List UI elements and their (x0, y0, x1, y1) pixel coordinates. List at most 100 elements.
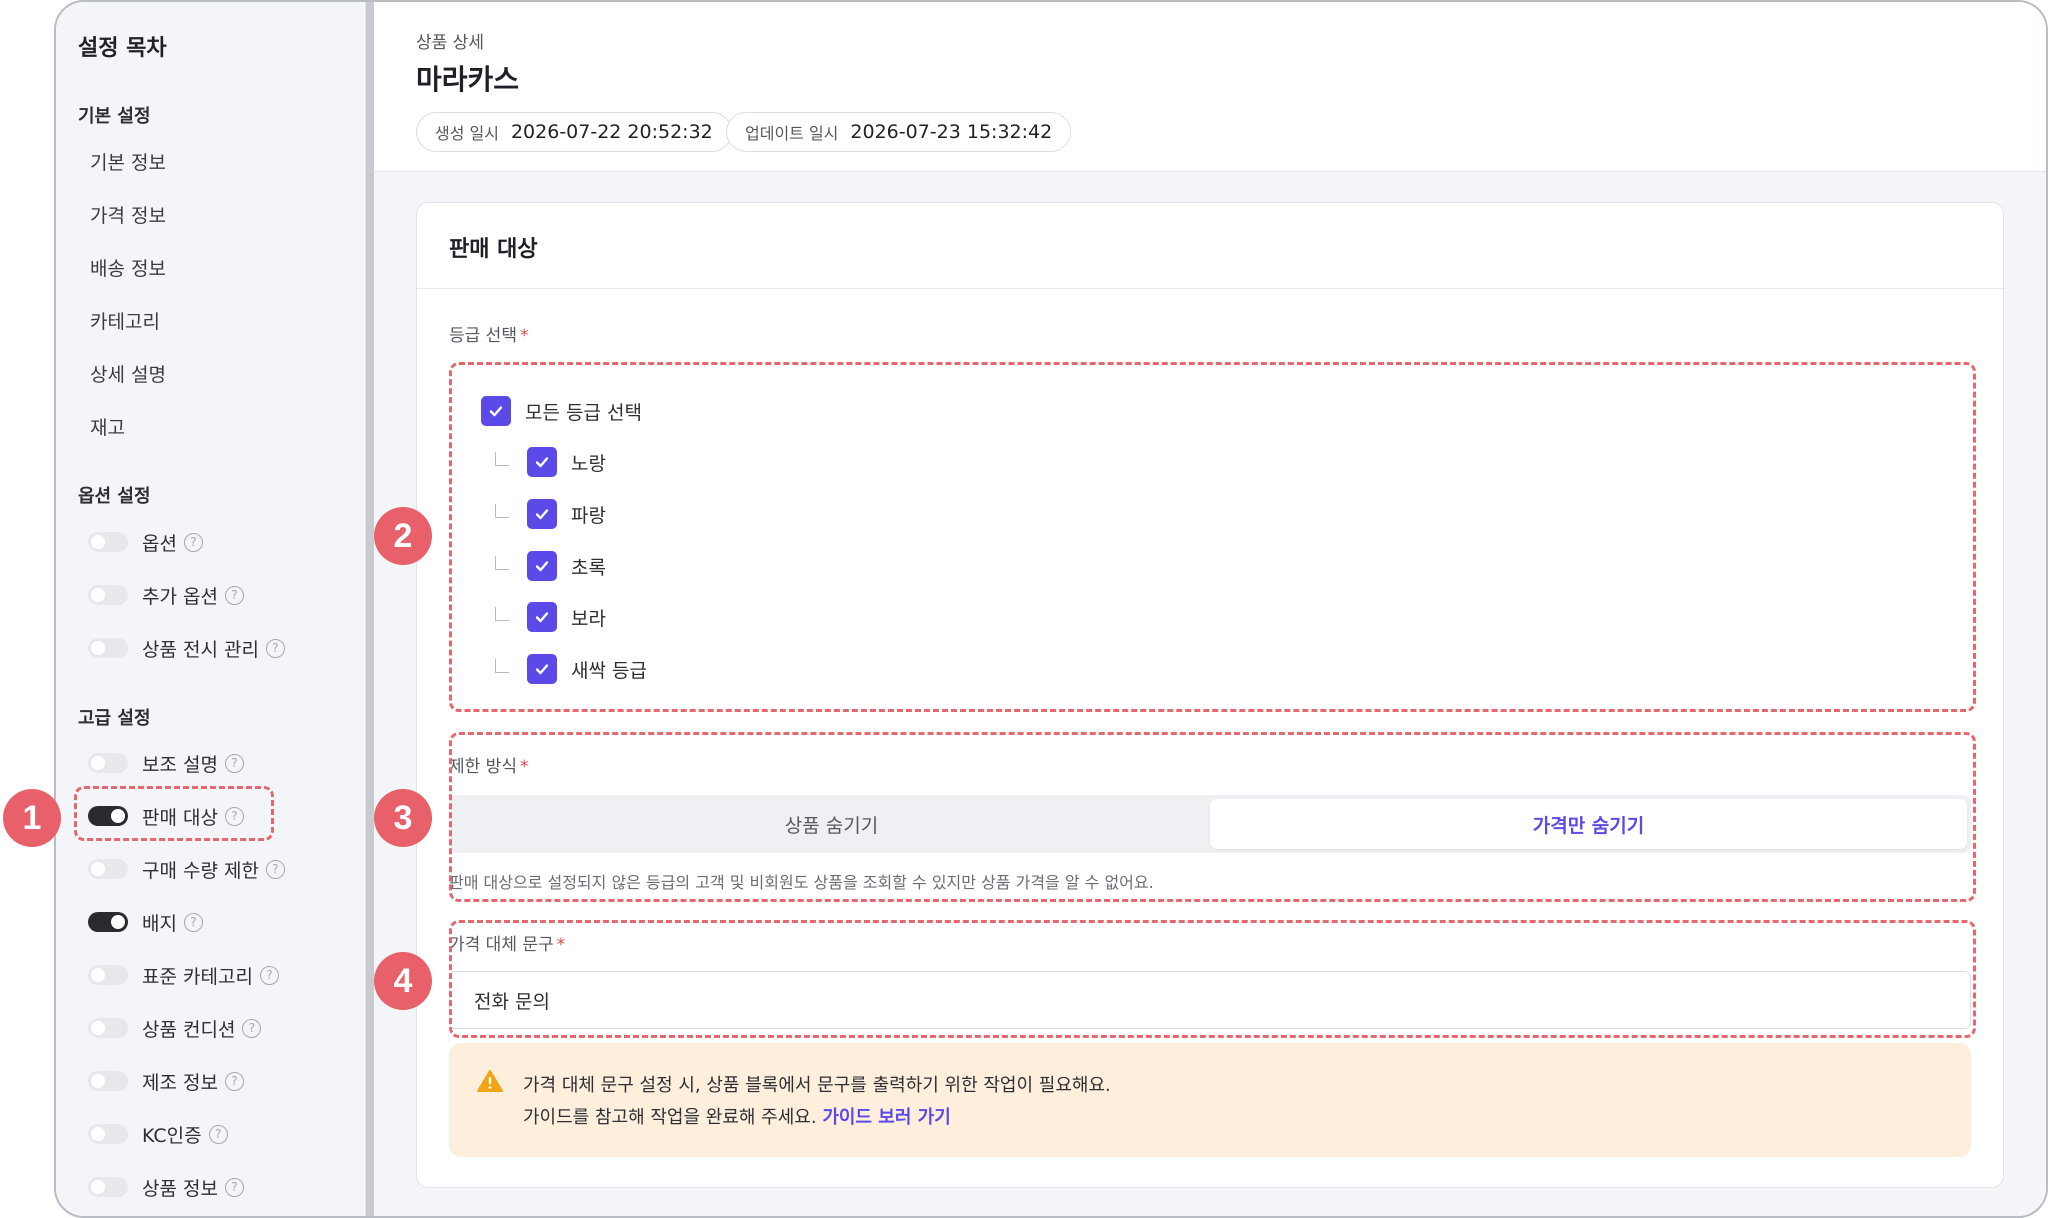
required-mark: * (519, 757, 529, 777)
sales-target-toggle[interactable] (88, 806, 128, 826)
field-label-text: 가격 대체 문구 (449, 935, 554, 955)
replace-text-label: 가격 대체 문구 * (449, 930, 565, 955)
tree-branch-icon (495, 556, 509, 570)
sidebar-item-sub-description[interactable]: 보조 설명 ? (88, 748, 244, 778)
checkbox-checked-icon[interactable] (527, 654, 557, 684)
sidebar-item-standard-category[interactable]: 표준 카테고리 ? (88, 960, 279, 990)
kc-cert-toggle[interactable] (88, 1124, 128, 1144)
help-icon[interactable]: ? (265, 638, 285, 658)
condition-toggle[interactable] (88, 1018, 128, 1038)
checkbox-all-grades[interactable]: 모든 등급 선택 (481, 395, 642, 427)
segment-hide-product[interactable]: 상품 숨기기 (453, 799, 1210, 849)
standard-category-toggle[interactable] (88, 965, 128, 985)
sidebar-item-stock[interactable]: 재고 (90, 413, 125, 440)
tree-branch-icon (495, 659, 509, 673)
help-icon[interactable]: ? (224, 806, 244, 826)
checkbox-grade-green[interactable]: 초록 (495, 550, 606, 582)
checkbox-label: 모든 등급 선택 (525, 401, 642, 424)
sidebar-item-condition[interactable]: 상품 컨디션 ? (88, 1013, 262, 1043)
checkbox-grade-purple[interactable]: 보라 (495, 601, 606, 633)
annotation-badge-4: 4 (374, 952, 432, 1010)
option-toggle[interactable] (88, 532, 128, 552)
page-header: 상품 상세 마라카스 생성 일시 2026-07-22 20:52:32 업데이… (374, 2, 2046, 172)
extra-option-toggle[interactable] (88, 585, 128, 605)
section-advanced: 고급 설정 (78, 708, 151, 729)
updated-at-pill: 업데이트 일시 2026-07-23 15:32:42 (726, 112, 1072, 152)
checkbox-grade-yellow[interactable]: 노랑 (495, 446, 606, 478)
sidebar-item-purchase-limit[interactable]: 구매 수량 제한 ? (88, 854, 285, 884)
breadcrumb[interactable]: 상품 상세 (416, 28, 484, 53)
product-info-toggle[interactable] (88, 1177, 128, 1197)
sidebar-item-product-info[interactable]: 상품 정보 ? (88, 1172, 244, 1202)
alert-text: 가이드를 참고해 작업을 완료해 주세요. (523, 1107, 817, 1128)
checkbox-checked-icon[interactable] (527, 447, 557, 477)
sidebar-item-label: 보조 설명 (142, 753, 218, 776)
warning-alert: 가격 대체 문구 설정 시, 상품 블록에서 문구를 출력하기 위한 작업이 필… (449, 1043, 1971, 1157)
checkbox-checked-icon[interactable] (527, 499, 557, 529)
grade-select-label: 등급 선택 * (449, 321, 528, 346)
annotation-badge-2: 2 (374, 507, 432, 565)
checkbox-checked-icon[interactable] (527, 551, 557, 581)
page-title: 마라카스 (416, 63, 520, 96)
help-icon[interactable]: ? (208, 1124, 228, 1144)
sidebar-item-label: 구매 수량 제한 (142, 859, 259, 882)
sidebar-item-category[interactable]: 카테고리 (90, 307, 160, 334)
sub-description-toggle[interactable] (88, 753, 128, 773)
checkbox-checked-icon[interactable] (481, 396, 511, 426)
warning-icon (477, 1069, 503, 1097)
sidebar-item-label: 상품 컨디션 (142, 1018, 236, 1041)
settings-sidebar: 설정 목차 기본 설정 기본 정보 가격 정보 배송 정보 카테고리 상세 설명… (56, 2, 366, 1216)
checkbox-label: 노랑 (571, 452, 606, 475)
sidebar-item-label: 제조 정보 (142, 1071, 218, 1094)
help-icon[interactable]: ? (242, 1018, 262, 1038)
help-icon[interactable]: ? (224, 1071, 244, 1091)
sidebar-item-price-info[interactable]: 가격 정보 (90, 201, 166, 228)
help-icon[interactable]: ? (265, 859, 285, 879)
help-icon[interactable]: ? (183, 532, 203, 552)
sidebar-item-basic-info[interactable]: 기본 정보 (90, 148, 166, 175)
alert-line-2: 가이드를 참고해 작업을 완료해 주세요. 가이드 보러 가기 (523, 1103, 951, 1129)
annotation-badge-1: 1 (3, 789, 61, 847)
sidebar-scrollbar[interactable] (366, 2, 374, 1216)
checkbox-label: 초록 (571, 556, 606, 579)
sidebar-item-label: 상품 전시 관리 (142, 638, 259, 661)
help-icon[interactable]: ? (224, 753, 244, 773)
checkbox-label: 새싹 등급 (571, 659, 647, 682)
help-icon[interactable]: ? (259, 965, 279, 985)
sales-target-card: 판매 대상 등급 선택 * 모든 등급 선택 노랑 파랑 초록 보라 새싹 등급… (416, 202, 2004, 1188)
alert-line-1: 가격 대체 문구 설정 시, 상품 블록에서 문구를 출력하기 위한 작업이 필… (523, 1075, 1111, 1096)
guide-link[interactable]: 가이드 보러 가기 (822, 1107, 950, 1128)
manufacture-info-toggle[interactable] (88, 1071, 128, 1091)
price-replace-input[interactable]: 전화 문의 (449, 971, 1971, 1029)
sidebar-item-label: 표준 카테고리 (142, 965, 253, 988)
sidebar-item-label: 배지 (142, 912, 177, 935)
required-mark: * (519, 326, 529, 346)
checkbox-grade-blue[interactable]: 파랑 (495, 498, 606, 530)
segment-hide-price-only[interactable]: 가격만 숨기기 (1210, 799, 1967, 849)
sidebar-item-manufacture-info[interactable]: 제조 정보 ? (88, 1066, 244, 1096)
sidebar-item-kc-cert[interactable]: KC인증 ? (88, 1119, 228, 1149)
checkbox-checked-icon[interactable] (527, 602, 557, 632)
restriction-segmented-control: 상품 숨기기 가격만 숨기기 (449, 795, 1971, 853)
sidebar-item-sales-target[interactable]: 판매 대상 ? (88, 801, 244, 831)
sidebar-item-extra-option[interactable]: 추가 옵션 ? (88, 580, 244, 610)
purchase-limit-toggle[interactable] (88, 859, 128, 879)
help-icon[interactable]: ? (224, 585, 244, 605)
card-title: 판매 대상 (449, 237, 538, 262)
help-icon[interactable]: ? (224, 1177, 244, 1197)
sidebar-item-label: 판매 대상 (142, 806, 218, 829)
display-manage-toggle[interactable] (88, 638, 128, 658)
card-header: 판매 대상 (417, 203, 2003, 289)
sidebar-item-badge[interactable]: 배지 ? (88, 907, 203, 937)
checkbox-grade-sprout[interactable]: 새싹 등급 (495, 653, 647, 685)
sidebar-item-shipping-info[interactable]: 배송 정보 (90, 254, 166, 281)
badge-toggle[interactable] (88, 912, 128, 932)
tree-branch-icon (495, 607, 509, 621)
help-icon[interactable]: ? (183, 912, 203, 932)
updated-at-value: 2026-07-23 15:32:42 (850, 121, 1053, 143)
sidebar-item-display-manage[interactable]: 상품 전시 관리 ? (88, 633, 285, 663)
sidebar-item-option[interactable]: 옵션 ? (88, 527, 203, 557)
sidebar-item-label: 상품 정보 (142, 1177, 218, 1200)
sidebar-item-description[interactable]: 상세 설명 (90, 360, 166, 387)
required-mark: * (556, 935, 566, 955)
